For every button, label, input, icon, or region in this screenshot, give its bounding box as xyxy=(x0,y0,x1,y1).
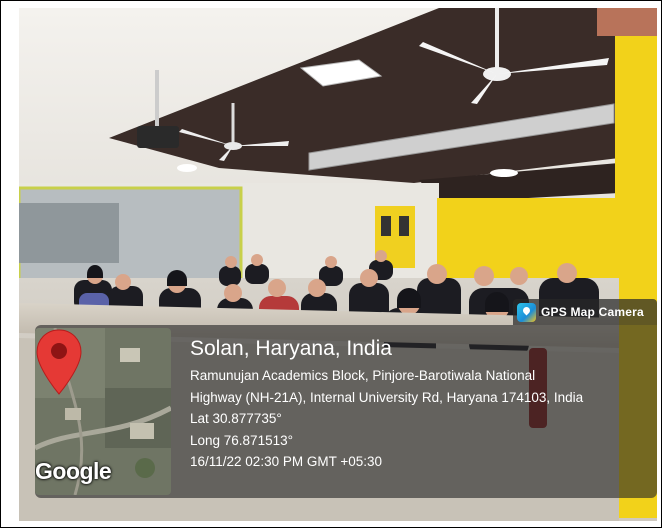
app-name: GPS Map Camera xyxy=(541,305,644,319)
address-line-1: Ramunujan Academics Block, Pinjore-Barot… xyxy=(190,368,536,383)
latitude: Lat 30.877735° xyxy=(190,411,282,426)
location-title: Solan, Haryana, India xyxy=(190,337,392,360)
map-thumbnail: Google xyxy=(35,328,171,495)
ceiling-spotlight xyxy=(490,169,518,177)
location-details: Solan, Haryana, India Ramunujan Academic… xyxy=(190,336,640,473)
google-logo: Google xyxy=(35,458,112,484)
photo-frame: GPS Map Camera Google Solan, Haryana, In… xyxy=(0,0,662,528)
timestamp: 16/11/22 02:30 PM GMT +05:30 xyxy=(190,454,382,469)
classroom-photo: GPS Map Camera Google Solan, Haryana, In… xyxy=(19,8,657,521)
longitude: Long 76.871513° xyxy=(190,432,293,448)
wall-trim xyxy=(597,8,657,36)
ceiling-spotlight xyxy=(177,164,197,172)
window-pane xyxy=(19,203,119,263)
yellow-wall xyxy=(437,198,617,278)
gps-map-camera-logo-icon xyxy=(517,302,536,322)
address-line-2: Highway (NH-21A), Internal University Rd… xyxy=(190,389,584,405)
map-pin-icon xyxy=(36,329,82,395)
gps-map-camera-badge: GPS Map Camera xyxy=(513,299,657,325)
